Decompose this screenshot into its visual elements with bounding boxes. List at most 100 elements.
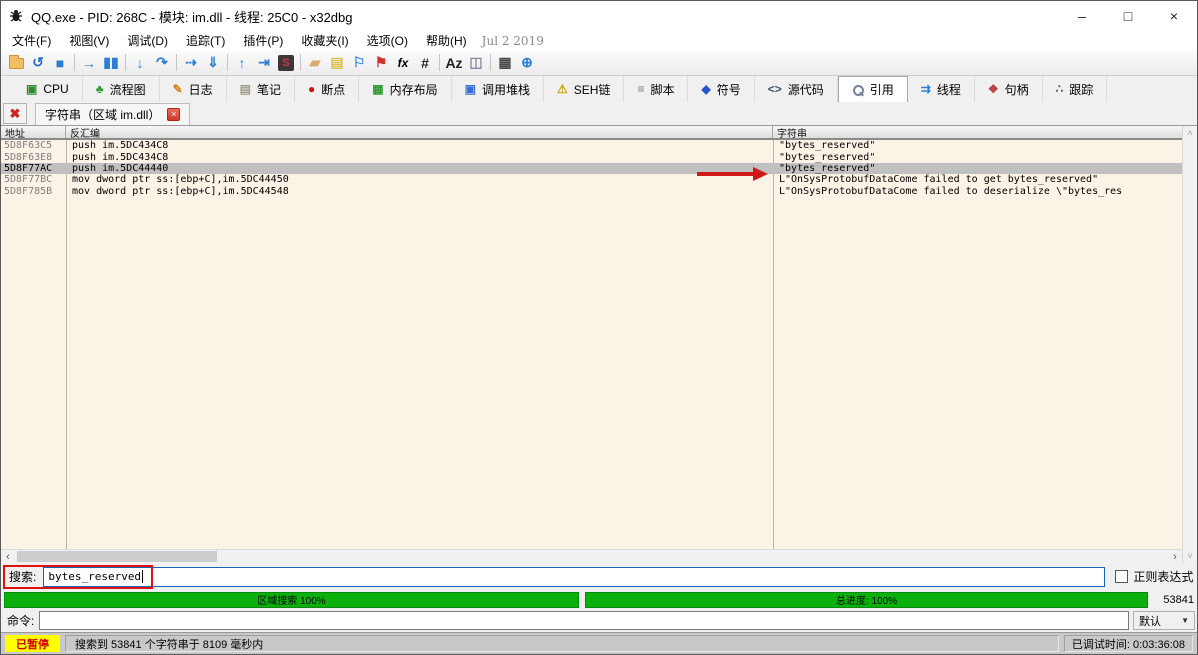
globe-icon[interactable]: ⊕ bbox=[516, 53, 538, 73]
toolbar-separator bbox=[74, 54, 75, 71]
table-row[interactable]: 5D8F63C5push im.5DC434C8"bytes_reserved" bbox=[1, 140, 1182, 151]
scroll-left-icon[interactable]: ‹ bbox=[1, 551, 15, 563]
status-message: 搜索到 53841 个字符串于 8109 毫秒内 bbox=[65, 635, 1059, 652]
menu-item[interactable]: 视图(V) bbox=[60, 31, 118, 50]
cell-address: 5D8F785B bbox=[1, 186, 66, 197]
maximize-button[interactable]: □ bbox=[1105, 1, 1151, 31]
x32dbg-window: QQ.exe - PID: 268C - 模块: im.dll - 线程: 25… bbox=[0, 0, 1198, 655]
command-profile-select[interactable]: 默认 ▼ bbox=[1133, 611, 1195, 630]
tab-call-stack[interactable]: ▣调用堆栈 bbox=[452, 76, 544, 102]
trace-into-icon[interactable]: ⇢ bbox=[180, 53, 202, 73]
tab-label: 内存布局 bbox=[390, 81, 438, 98]
patch-icon[interactable]: ▰ bbox=[304, 53, 326, 73]
command-input[interactable] bbox=[39, 611, 1129, 630]
table-row[interactable]: 5D8F77BCmov dword ptr ss:[ebp+C],im.5DC4… bbox=[1, 174, 1182, 185]
label-icon[interactable]: ⚐ bbox=[348, 53, 370, 73]
horizontal-scrollbar[interactable]: ‹ › bbox=[1, 549, 1182, 563]
step-out-icon[interactable]: ⇓ bbox=[202, 53, 224, 73]
tab-notes[interactable]: ▤笔记 bbox=[227, 76, 295, 102]
table-row[interactable]: 5D8F785Bmov dword ptr ss:[ebp+C],im.5DC4… bbox=[1, 186, 1182, 197]
tab-label: 引用 bbox=[870, 81, 894, 98]
tab-cpu[interactable]: ▣CPU bbox=[13, 76, 83, 102]
tab-label: 句柄 bbox=[1005, 81, 1029, 98]
regex-label: 正则表达式 bbox=[1133, 568, 1193, 585]
tab-graph[interactable]: ♣流程图 bbox=[83, 76, 160, 102]
tab-references[interactable]: 引用 bbox=[838, 76, 908, 102]
close-button[interactable]: × bbox=[1151, 1, 1197, 31]
scylla-icon[interactable]: S bbox=[275, 53, 297, 73]
comment-icon[interactable]: ▤ bbox=[326, 53, 348, 73]
minimize-button[interactable]: – bbox=[1059, 1, 1105, 31]
strings-subtab-label: 字符串（区域 im.dll） bbox=[45, 106, 160, 123]
tab-script[interactable]: ≡脚本 bbox=[624, 76, 688, 102]
menu-item[interactable]: 收藏夹(I) bbox=[292, 31, 357, 50]
strings-subtab[interactable]: 字符串（区域 im.dll） × bbox=[35, 103, 190, 125]
ascii-table-icon[interactable]: Az bbox=[443, 53, 465, 73]
cell-disassembly: push im.5DC434C8 bbox=[66, 152, 773, 163]
tab-handles[interactable]: ❖句柄 bbox=[975, 76, 1043, 102]
detach-icon[interactable]: ◫ bbox=[465, 53, 487, 73]
toolbar: ↺■ →▮▮ ↓↷ ⇢⇓ ↑⇥S ▰▤⚐⚑fx# Az◫ ▦⊕ bbox=[1, 50, 1197, 76]
tab-log[interactable]: ✎ 日志 bbox=[160, 76, 227, 102]
tab-threads[interactable]: ⇉线程 bbox=[908, 76, 975, 102]
table-header: 地址 反汇编 字符串 bbox=[1, 126, 1182, 140]
search-match: bytes_reserved bbox=[785, 152, 869, 163]
menu-item[interactable]: 追踪(T) bbox=[177, 31, 234, 50]
scroll-down-icon[interactable]: ˅ bbox=[1187, 551, 1192, 561]
tab-trace[interactable]: ∴跟踪 bbox=[1043, 76, 1108, 102]
scroll-right-icon[interactable]: › bbox=[1168, 551, 1182, 563]
function-icon[interactable]: fx bbox=[392, 53, 414, 73]
bookmark-icon[interactable]: ⚑ bbox=[370, 53, 392, 73]
menu-item[interactable]: 调试(D) bbox=[118, 31, 177, 50]
step-into-icon[interactable]: ↓ bbox=[129, 53, 151, 73]
column-header-string[interactable]: 字符串 bbox=[773, 126, 1182, 138]
tab-label: 跟踪 bbox=[1069, 81, 1093, 98]
tab-source[interactable]: <>源代码 bbox=[755, 76, 838, 102]
close-all-tabs-button[interactable]: ✖ bbox=[3, 103, 27, 124]
hash-icon[interactable]: # bbox=[414, 53, 436, 73]
toolbar-separator bbox=[227, 54, 228, 71]
scroll-up-icon[interactable]: ˄ bbox=[1187, 128, 1192, 138]
horizontal-scrollbar-thumb[interactable] bbox=[17, 551, 217, 562]
magnifier-icon bbox=[852, 84, 864, 96]
search-input[interactable]: bytes_reserved bbox=[43, 567, 1105, 587]
log-pencil-icon: ✎ bbox=[173, 83, 183, 95]
run-icon[interactable]: → bbox=[78, 53, 100, 73]
calculator-icon[interactable]: ▦ bbox=[494, 53, 516, 73]
tab-symbols[interactable]: ◆符号 bbox=[688, 76, 754, 102]
regex-checkbox[interactable] bbox=[1115, 570, 1128, 583]
menu-item[interactable]: 插件(P) bbox=[234, 31, 292, 50]
memory-ram-icon: ▦ bbox=[372, 83, 383, 95]
command-row: 命令: 默认 ▼ bbox=[1, 609, 1197, 632]
menu-item[interactable]: 选项(O) bbox=[358, 31, 417, 50]
table-row[interactable]: 5D8F77ACpush im.5DC44440"bytes_reserved" bbox=[1, 163, 1182, 174]
cell-string: "bytes_reserved" bbox=[773, 140, 1182, 151]
menu-item[interactable]: 帮助(H) bbox=[417, 31, 476, 50]
menu-item[interactable]: 文件(F) bbox=[3, 31, 60, 50]
open-folder-icon[interactable] bbox=[5, 53, 27, 73]
tab-label: 日志 bbox=[189, 81, 213, 98]
execute-till-return-icon[interactable]: ↑ bbox=[231, 53, 253, 73]
title-bar: QQ.exe - PID: 268C - 模块: im.dll - 线程: 25… bbox=[1, 1, 1197, 31]
pause-icon[interactable]: ▮▮ bbox=[100, 53, 122, 73]
stop-icon[interactable]: ■ bbox=[49, 53, 71, 73]
subtab-close-icon[interactable]: × bbox=[167, 108, 180, 121]
column-divider bbox=[66, 140, 67, 549]
debug-time: 已调试时间: 0:03:36:08 bbox=[1064, 635, 1193, 652]
run-to-user-code-icon[interactable]: ⇥ bbox=[253, 53, 275, 73]
tab-seh[interactable]: ⚠SEH链 bbox=[544, 76, 624, 102]
call-stack-icon: ▣ bbox=[465, 83, 476, 95]
table-row[interactable]: 5D8F63E8push im.5DC434C8"bytes_reserved" bbox=[1, 151, 1182, 162]
step-over-icon[interactable]: ↷ bbox=[151, 53, 173, 73]
restart-icon[interactable]: ↺ bbox=[27, 53, 49, 73]
vertical-scrollbar[interactable]: ˄ ˅ bbox=[1182, 126, 1197, 563]
source-code-icon: <> bbox=[768, 83, 782, 95]
cell-address: 5D8F77BC bbox=[1, 174, 66, 185]
column-header-disassembly[interactable]: 反汇编 bbox=[66, 126, 773, 138]
cell-address: 5D8F63C5 bbox=[1, 140, 66, 151]
tab-breakpoints[interactable]: ●断点 bbox=[295, 76, 359, 102]
progress-row: 区域搜索 100% 总进度: 100% 53841 bbox=[1, 590, 1197, 609]
column-header-address[interactable]: 地址 bbox=[1, 126, 66, 138]
tab-memory-map[interactable]: ▦ 内存布局 bbox=[359, 76, 451, 102]
breakpoint-dot-icon: ● bbox=[308, 83, 315, 95]
